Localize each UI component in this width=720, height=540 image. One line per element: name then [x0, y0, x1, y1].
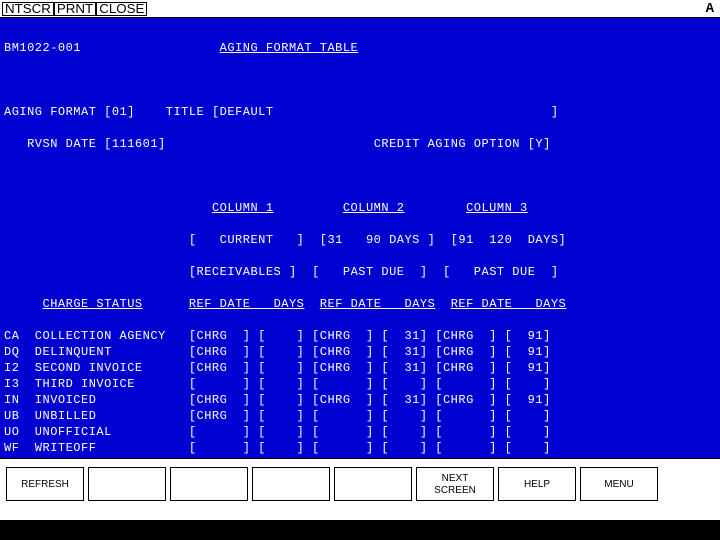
credit-option-label: CREDIT AGING OPTION — [374, 137, 520, 151]
terminal-screen: BM1022-001 AGING FORMAT TABLE AGING FORM… — [0, 18, 720, 458]
col1-header: COLUMN 1 — [212, 201, 274, 215]
title-field[interactable]: DEFAULT — [220, 105, 274, 119]
col2-subhead: REF DATE DAYS — [320, 297, 436, 311]
rvsn-date-field[interactable]: 111601 — [112, 137, 158, 151]
fkey-5[interactable] — [334, 467, 412, 501]
aging-format-field[interactable]: 01 — [112, 105, 127, 119]
col3-title[interactable]: [ PAST DUE ] — [443, 265, 559, 279]
fkey-refresh[interactable]: REFRESH — [6, 467, 84, 501]
table-row[interactable]: IN INVOICED [CHRG ] [ ] [CHRG ] [ 31] [C… — [4, 392, 716, 408]
fkey-next-screen[interactable]: NEXT SCREEN — [416, 467, 494, 501]
prnt-button[interactable]: PRNT — [54, 2, 96, 16]
credit-option-field[interactable]: Y — [535, 137, 543, 151]
screen-id: BM1022-001 — [4, 41, 81, 55]
title-label: TITLE — [166, 105, 205, 119]
window-toolbar: NTSCR PRNT CLOSE A — [0, 0, 720, 18]
table-row[interactable]: CA COLLECTION AGENCY [CHRG ] [ ] [CHRG ]… — [4, 328, 716, 344]
fkey-menu[interactable]: MENU — [580, 467, 658, 501]
close-button[interactable]: CLOSE — [96, 2, 147, 16]
col3-header: COLUMN 3 — [466, 201, 528, 215]
charge-status-header: CHARGE STATUS — [43, 297, 143, 311]
screen-title: AGING FORMAT TABLE — [220, 41, 359, 55]
fkey-3[interactable] — [170, 467, 248, 501]
window-indicator: A — [706, 1, 718, 17]
col1-range[interactable]: [ CURRENT ] — [189, 233, 305, 247]
col1-title[interactable]: [RECEIVABLES ] — [189, 265, 297, 279]
fkey-help[interactable]: HELP — [498, 467, 576, 501]
bottom-strip — [0, 520, 720, 540]
table-row[interactable]: WF WRITEOFF [ ] [ ] [ ] [ ] [ ] [ ] — [4, 440, 716, 456]
function-key-bar: REFRESH NEXT SCREEN HELP MENU — [0, 458, 720, 518]
aging-format-label: AGING FORMAT — [4, 105, 96, 119]
table-row[interactable]: I2 SECOND INVOICE [CHRG ] [ ] [CHRG ] [ … — [4, 360, 716, 376]
col1-subhead: REF DATE DAYS — [189, 297, 305, 311]
ntscr-button[interactable]: NTSCR — [2, 2, 54, 16]
col3-range[interactable]: [91 120 DAYS] — [451, 233, 567, 247]
col2-title[interactable]: [ PAST DUE ] — [312, 265, 428, 279]
rvsn-date-label: RVSN DATE — [27, 137, 96, 151]
fkey-2[interactable] — [88, 467, 166, 501]
table-row[interactable]: DQ DELINQUENT [CHRG ] [ ] [CHRG ] [ 31] … — [4, 344, 716, 360]
table-row[interactable]: UO UNOFFICIAL [ ] [ ] [ ] [ ] [ ] [ ] — [4, 424, 716, 440]
table-row[interactable]: I3 THIRD INVOICE [ ] [ ] [ ] [ ] [ ] [ ] — [4, 376, 716, 392]
table-row[interactable]: UB UNBILLED [CHRG ] [ ] [ ] [ ] [ ] [ ] — [4, 408, 716, 424]
col3-subhead: REF DATE DAYS — [451, 297, 567, 311]
col2-header: COLUMN 2 — [343, 201, 405, 215]
col2-range[interactable]: [31 90 DAYS ] — [320, 233, 436, 247]
fkey-4[interactable] — [252, 467, 330, 501]
